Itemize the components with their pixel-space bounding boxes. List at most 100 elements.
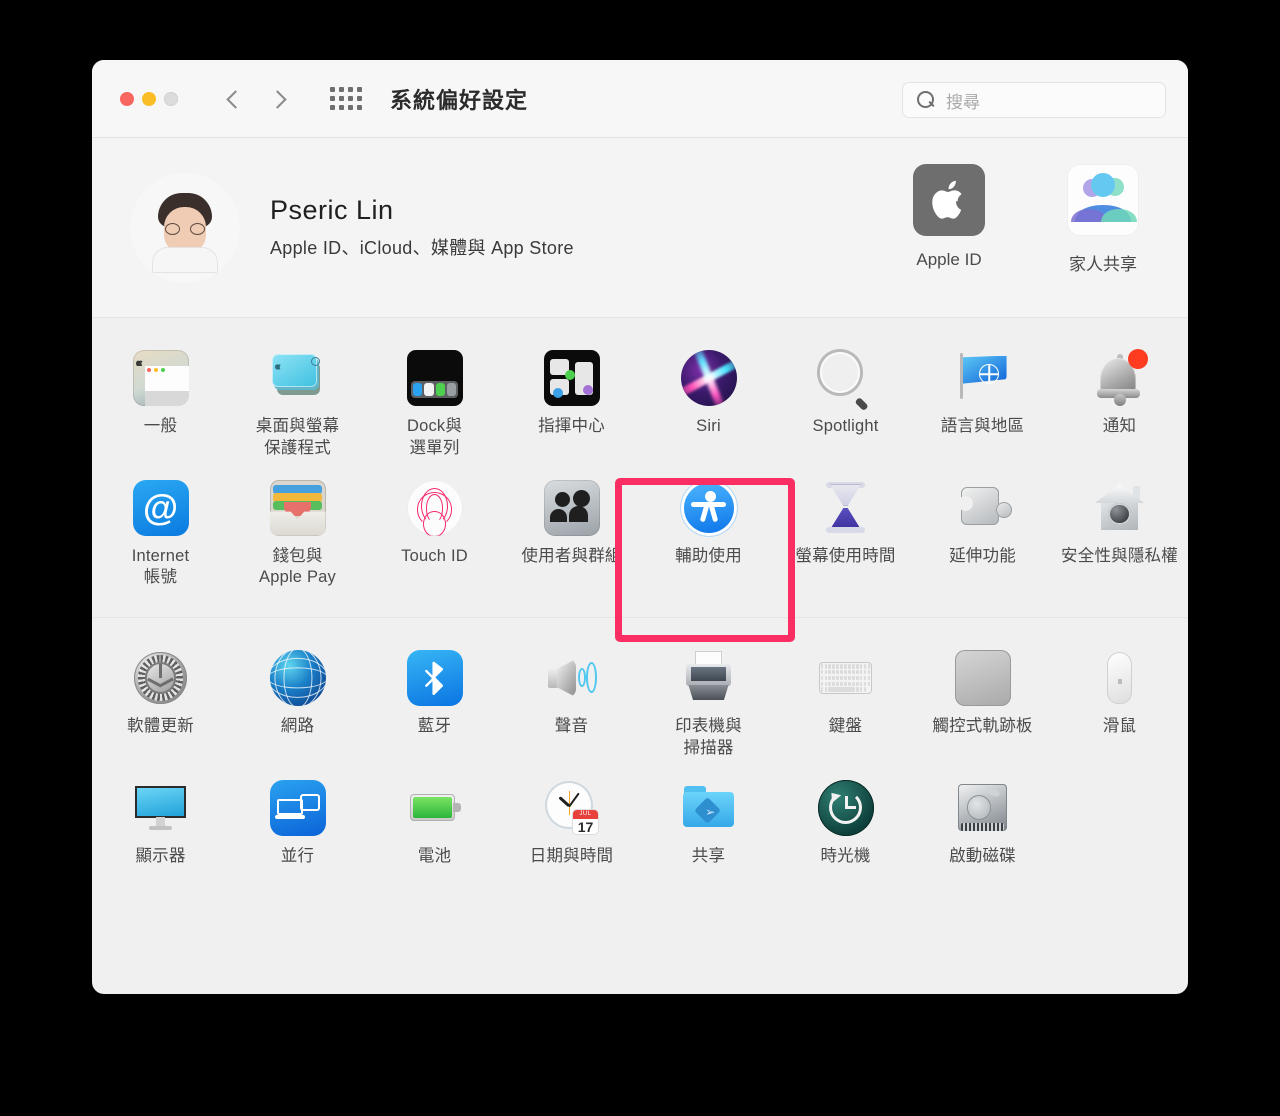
pref-label: Touch ID: [401, 546, 468, 565]
pref-displays[interactable]: 顯示器: [92, 774, 229, 878]
trackpad-icon: [954, 650, 1011, 707]
pref-language-region[interactable]: 語言與地區: [914, 344, 1051, 470]
pref-label: 軟體更新: [127, 717, 194, 736]
pref-label: Internet 帳號: [131, 546, 190, 587]
close-button[interactable]: [120, 91, 134, 106]
pref-wallet-applepay[interactable]: 錢包與 Apple Pay: [229, 474, 366, 600]
pref-spotlight[interactable]: Spotlight: [777, 344, 914, 470]
pref-label: Apple ID: [916, 250, 982, 269]
pref-bluetooth[interactable]: 藍牙: [366, 644, 503, 770]
date-time-icon: JUL 17: [544, 780, 600, 836]
wallet-applepay-icon: [269, 479, 326, 536]
security-privacy-icon: [1092, 480, 1148, 536]
pref-touch-id[interactable]: Touch ID: [366, 474, 503, 600]
pref-label: 啟動磁碟: [949, 846, 1016, 865]
pref-network[interactable]: 網路: [229, 644, 366, 770]
time-machine-icon: [817, 779, 874, 836]
pref-label: 通知: [1102, 417, 1137, 435]
zoom-button[interactable]: [164, 91, 178, 106]
avatar[interactable]: [130, 172, 240, 283]
pref-software-update[interactable]: 軟體更新: [92, 644, 229, 770]
pref-label: 延伸功能: [949, 546, 1016, 565]
pref-notifications[interactable]: 通知: [1051, 344, 1188, 470]
system-preferences-window: 系統偏好設定 搜尋 Pseric Lin Apple ID、iCloud、媒體與…: [92, 60, 1188, 994]
sidecar-icon: [269, 779, 326, 836]
general-icon: [132, 350, 189, 406]
internet-accounts-icon: @: [132, 479, 189, 536]
printers-scanners-icon: [681, 650, 737, 706]
pref-label: 錢包與 Apple Pay: [258, 546, 337, 587]
pref-label: 日期與時間: [529, 846, 614, 865]
notifications-icon: [1092, 348, 1149, 407]
pref-extensions[interactable]: 延伸功能: [914, 474, 1051, 600]
pref-date-time[interactable]: JUL 17 日期與時間: [503, 774, 640, 878]
show-all-grid-icon[interactable]: [330, 87, 362, 110]
pref-apple-id[interactable]: Apple ID: [894, 164, 1004, 275]
search-icon: [917, 90, 936, 110]
pref-time-machine[interactable]: 時光機: [777, 774, 914, 878]
pref-family-sharing[interactable]: 家人共享: [1048, 164, 1158, 275]
account-name: Pseric Lin: [270, 195, 394, 225]
pref-label: 桌面與螢幕 保護程式: [255, 417, 340, 457]
keyboard-icon: [818, 650, 874, 706]
pref-internet-accounts[interactable]: @ Internet 帳號: [92, 474, 229, 600]
apple-id-account-row: Pseric Lin Apple ID、iCloud、媒體與 App Store…: [92, 138, 1188, 318]
pref-startup-disk[interactable]: 啟動磁碟: [914, 774, 1051, 878]
pref-mouse[interactable]: 滑鼠: [1051, 644, 1188, 770]
spotlight-icon: [818, 350, 874, 412]
back-chevron-icon[interactable]: [224, 90, 242, 108]
accessibility-icon: [680, 479, 737, 536]
pref-screen-time[interactable]: 螢幕使用時間: [777, 474, 914, 600]
navigation-buttons: [224, 90, 288, 108]
preferences-section-hardware: 軟體更新 網路 藍牙 聲音 印表機與 掃描器 鍵盤 觸控式軌跡板 滑鼠 顯示器 …: [92, 617, 1188, 895]
pref-label: 網路: [280, 717, 315, 736]
pref-accessibility[interactable]: 輔助使用: [640, 474, 777, 600]
language-region-icon: [955, 350, 1011, 406]
traffic-light-group: [120, 91, 178, 106]
pref-users-groups[interactable]: 使用者與群組: [503, 474, 640, 600]
users-groups-icon: [543, 479, 600, 536]
pref-label: 印表機與 掃描器: [675, 717, 742, 757]
pref-general[interactable]: 一般: [92, 344, 229, 470]
pref-desktop-screensaver[interactable]: 桌面與螢幕 保護程式: [229, 344, 366, 470]
pref-mission-control[interactable]: 指揮中心: [503, 344, 640, 470]
calendar-month: JUL: [572, 809, 599, 819]
minimize-button[interactable]: [142, 91, 156, 106]
calendar-day: 17: [577, 818, 594, 835]
pref-label: 電池: [417, 846, 452, 865]
pref-label: Siri: [696, 417, 721, 435]
pref-battery[interactable]: 電池: [366, 774, 503, 878]
battery-icon: [407, 780, 463, 836]
pref-label: Spotlight: [812, 417, 879, 435]
siri-icon: [680, 350, 737, 406]
search-field[interactable]: 搜尋: [902, 82, 1166, 118]
mission-control-icon: [543, 350, 600, 406]
pref-label: 藍牙: [417, 717, 452, 736]
pref-dock-menubar[interactable]: Dock與 選單列: [366, 344, 503, 470]
mouse-icon: [1092, 650, 1148, 706]
sound-icon: [544, 650, 600, 706]
forward-chevron-icon[interactable]: [270, 90, 288, 108]
pref-label: 語言與地區: [940, 417, 1025, 435]
pref-sound[interactable]: 聲音: [503, 644, 640, 770]
pref-keyboard[interactable]: 鍵盤: [777, 644, 914, 770]
pref-security-privacy[interactable]: 安全性與隱私權: [1051, 474, 1188, 600]
pref-label: 並行: [280, 846, 315, 865]
pref-label: 螢幕使用時間: [795, 546, 896, 565]
pref-trackpad[interactable]: 觸控式軌跡板: [914, 644, 1051, 770]
extensions-icon: [955, 480, 1012, 536]
pref-label: 顯示器: [135, 846, 186, 865]
pref-sidecar[interactable]: 並行: [229, 774, 366, 878]
pref-label: 共享: [691, 846, 726, 865]
search-placeholder: 搜尋: [946, 92, 980, 112]
account-subtitle: Apple ID、iCloud、媒體與 App Store: [270, 238, 574, 258]
screen-time-icon: [818, 480, 874, 536]
pref-label: 滑鼠: [1102, 717, 1137, 736]
pref-label: 一般: [143, 417, 178, 435]
pref-printers-scanners[interactable]: 印表機與 掃描器: [640, 644, 777, 770]
pref-siri[interactable]: Siri: [640, 344, 777, 470]
pref-sharing[interactable]: ➢ 共享: [640, 774, 777, 878]
desktop-background: 系統偏好設定 搜尋 Pseric Lin Apple ID、iCloud、媒體與…: [0, 0, 1280, 1116]
startup-disk-icon: [955, 780, 1011, 836]
sharing-icon: ➢: [681, 780, 737, 836]
